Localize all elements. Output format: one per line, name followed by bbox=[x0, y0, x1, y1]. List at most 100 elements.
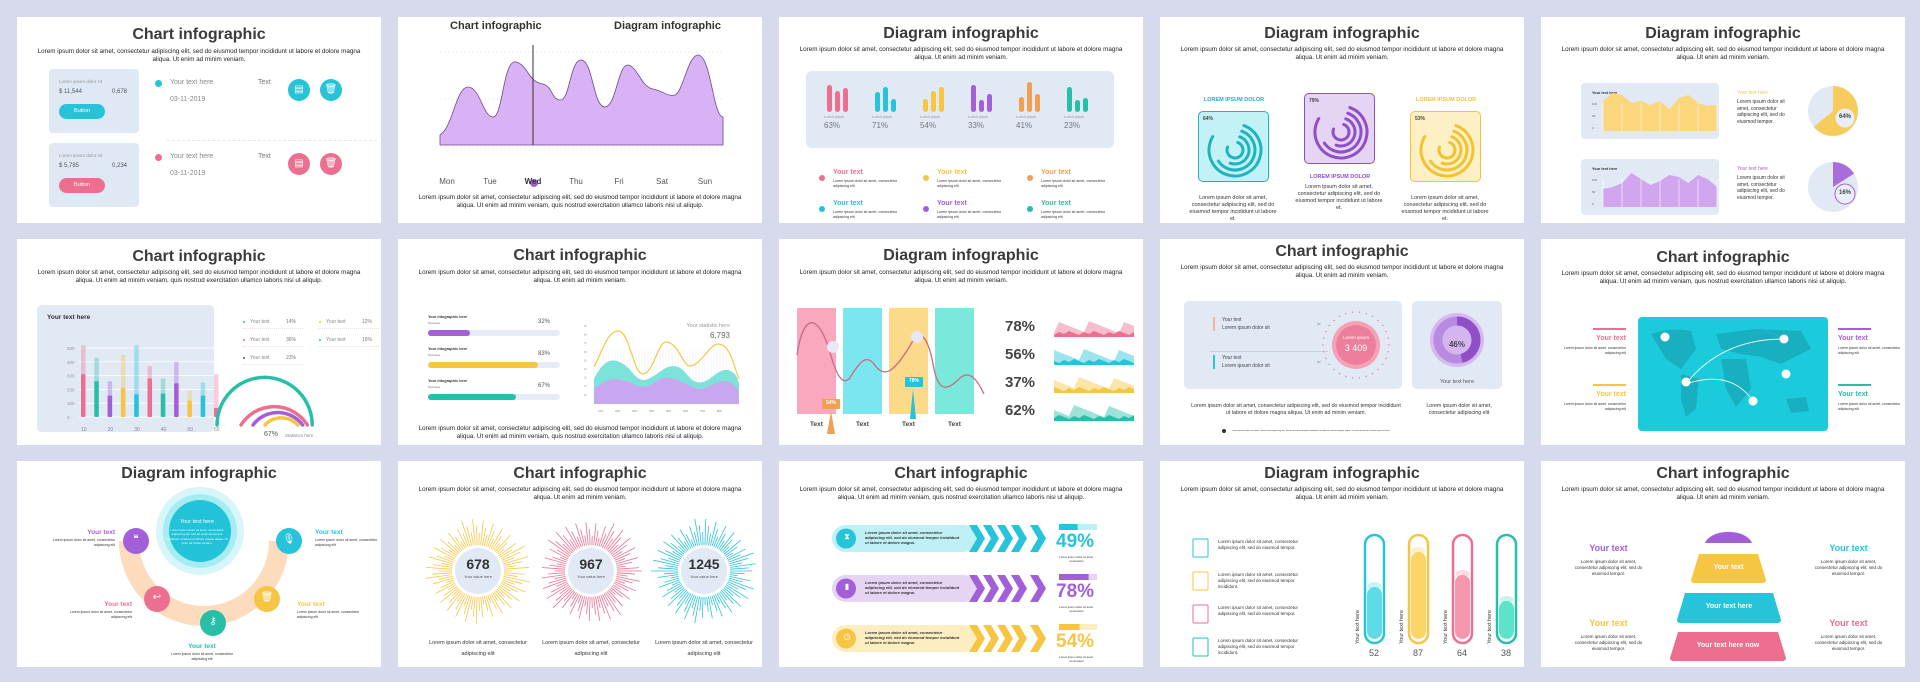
day-label-mon[interactable]: Mon bbox=[428, 177, 466, 186]
ring-label: Your value here bbox=[577, 574, 605, 579]
ring-spike bbox=[546, 584, 570, 599]
box-heading: LOREM IPSUM DOLOR bbox=[1415, 97, 1477, 103]
group-label: Lorem ipsum bbox=[1016, 115, 1037, 119]
mini-fill bbox=[1059, 624, 1080, 630]
card-button[interactable]: Button bbox=[59, 178, 105, 193]
slide-3[interactable]: Diagram infographic Lorem ipsum dolor si… bbox=[779, 17, 1143, 223]
slide-6[interactable]: Chart infographic Lorem ipsum dolor sit … bbox=[17, 239, 381, 445]
card-button[interactable]: Button bbox=[59, 104, 105, 119]
slide-8[interactable]: Diagram infographic Lorem ipsum dolor si… bbox=[779, 239, 1143, 445]
y-tick-label: 80 bbox=[584, 334, 587, 337]
slide-10[interactable]: Chart infographic Lorem ipsum dolor sit … bbox=[1541, 239, 1905, 445]
legend-divider bbox=[243, 328, 303, 329]
legend-title: Your text bbox=[1041, 169, 1071, 176]
day-label-wed[interactable]: Wed bbox=[514, 177, 552, 186]
day-label-sat[interactable]: Sat bbox=[643, 177, 681, 186]
slide-2[interactable]: Chart infographic Diagram infographic Mo… bbox=[398, 17, 762, 223]
tube-chart bbox=[1192, 533, 1518, 657]
row-pct: 62% bbox=[1005, 402, 1036, 419]
side-body: Lorem ipsum dolor sit amet, consectetur … bbox=[1574, 559, 1643, 576]
y-tick-label: 200 bbox=[67, 387, 75, 392]
arc bbox=[1225, 140, 1245, 160]
slide-15[interactable]: Chart infographic Lorem ipsum dolor sit … bbox=[1541, 461, 1905, 667]
trash-icon[interactable]: 🗑 bbox=[320, 153, 342, 175]
group-pct: 71% bbox=[872, 121, 889, 130]
ring-spike bbox=[493, 543, 500, 551]
dot-ring bbox=[1358, 377, 1361, 379]
slide-title: Diagram infographic bbox=[883, 25, 1039, 42]
dot-ring bbox=[1365, 312, 1367, 315]
slide-5[interactable]: Diagram infographic Lorem ipsum dolor si… bbox=[1541, 17, 1905, 223]
ring-spike bbox=[562, 535, 576, 551]
card-amount: $ 11,544 bbox=[59, 89, 82, 95]
dot-ring bbox=[1371, 372, 1374, 375]
legend-body: Lorem ipsum dolor sit amet, consectetur … bbox=[1041, 179, 1105, 188]
day-label-sun[interactable]: Sun bbox=[686, 177, 724, 186]
marker bbox=[911, 331, 923, 343]
stat-value: 6,793 bbox=[709, 331, 730, 340]
slide-11[interactable]: Diagram infographic Your text here Lorem… bbox=[17, 461, 381, 667]
ring-caption: Lorem ipsum dolor sit amet, consectetur … bbox=[655, 640, 753, 657]
arrow-pct: 78% bbox=[1056, 581, 1095, 602]
slide-14[interactable]: Diagram infographic Lorem ipsum dolor si… bbox=[1160, 461, 1524, 667]
ring-spike bbox=[480, 596, 484, 618]
bar bbox=[923, 98, 928, 112]
slide-13[interactable]: Chart infographic Lorem ipsum dolor sit … bbox=[779, 461, 1143, 667]
footnote: Lorem ipsum dolor sit amet, consectetur … bbox=[1232, 430, 1390, 432]
icon-text: Lorem ipsum dolor sit amet, consectetur … bbox=[1218, 572, 1299, 589]
x-tick-label: 20 bbox=[108, 427, 114, 433]
book-icon bbox=[1192, 538, 1209, 558]
ring-spike bbox=[498, 585, 520, 602]
arc bbox=[1207, 122, 1263, 178]
tube-label: Your text here bbox=[1355, 609, 1361, 644]
dot-ring bbox=[1371, 315, 1374, 318]
group-label: Lorem ipsum bbox=[872, 115, 893, 119]
dot-ring bbox=[1358, 311, 1361, 313]
tube-foam bbox=[1411, 547, 1426, 555]
donut-label: Your text here bbox=[1439, 379, 1475, 385]
slide-7[interactable]: Chart infographic Lorem ipsum dolor sit … bbox=[398, 239, 762, 445]
radial-arcs bbox=[1207, 122, 1263, 178]
trash-icon: 🗑 bbox=[260, 592, 274, 603]
chevron bbox=[983, 575, 999, 602]
slide-9[interactable]: Chart infographic Lorem ipsum dolor sit … bbox=[1160, 239, 1524, 445]
tube-value: 87 bbox=[1412, 648, 1423, 658]
legend-label: Your text bbox=[250, 355, 270, 361]
day-label-fri[interactable]: Fri bbox=[600, 177, 638, 186]
dot-ring bbox=[1328, 363, 1331, 366]
dot-ring bbox=[1365, 375, 1367, 378]
ring-spike bbox=[476, 526, 478, 546]
ring-spike bbox=[555, 587, 572, 601]
bar bbox=[979, 100, 984, 112]
dot-ring bbox=[1338, 372, 1341, 375]
label-body: Lorem ipsum dolor sit amet, consectetur … bbox=[1838, 402, 1901, 411]
ring-spike bbox=[470, 532, 474, 546]
box-heading: LOREM IPSUM DOLOR bbox=[1203, 97, 1265, 103]
ring-spike bbox=[729, 574, 738, 577]
slide-12[interactable]: Chart infographic Lorem ipsum dolor sit … bbox=[398, 461, 762, 667]
y-tick-label: 10 bbox=[584, 394, 587, 397]
x-tick-label: 10 bbox=[81, 427, 87, 433]
planner-icon bbox=[1192, 637, 1209, 657]
trash-icon[interactable]: 🗑 bbox=[320, 79, 342, 101]
footer-text: Lorem ipsum dolor sit amet, consectetur … bbox=[418, 425, 742, 440]
key-icon: ⚷ bbox=[209, 616, 217, 627]
ring-spike bbox=[725, 584, 749, 599]
ring-spike bbox=[556, 581, 568, 587]
arc bbox=[1419, 122, 1475, 178]
ring-spike bbox=[600, 594, 611, 620]
ring-spike bbox=[708, 596, 713, 619]
legend-dot bbox=[243, 321, 245, 323]
bar bbox=[1019, 97, 1024, 112]
slide-4[interactable]: Diagram infographic Lorem ipsum dolor si… bbox=[1160, 17, 1524, 223]
item-body: Lorem ipsum dolor sit amet, consectetur … bbox=[69, 610, 132, 619]
x-tick-label: 400 bbox=[649, 409, 654, 413]
slide-1[interactable]: Chart infographic Lorem ipsum dolor sit … bbox=[17, 17, 381, 223]
x-tick-label: 800 bbox=[717, 409, 722, 413]
legend-title: Your text bbox=[833, 200, 863, 207]
day-label-thu[interactable]: Thu bbox=[557, 177, 595, 186]
clipboard-icon[interactable]: ▤ bbox=[288, 153, 310, 175]
day-label-tue[interactable]: Tue bbox=[471, 177, 509, 186]
ring-spike bbox=[497, 548, 505, 555]
clipboard-icon[interactable]: ▤ bbox=[288, 79, 310, 101]
